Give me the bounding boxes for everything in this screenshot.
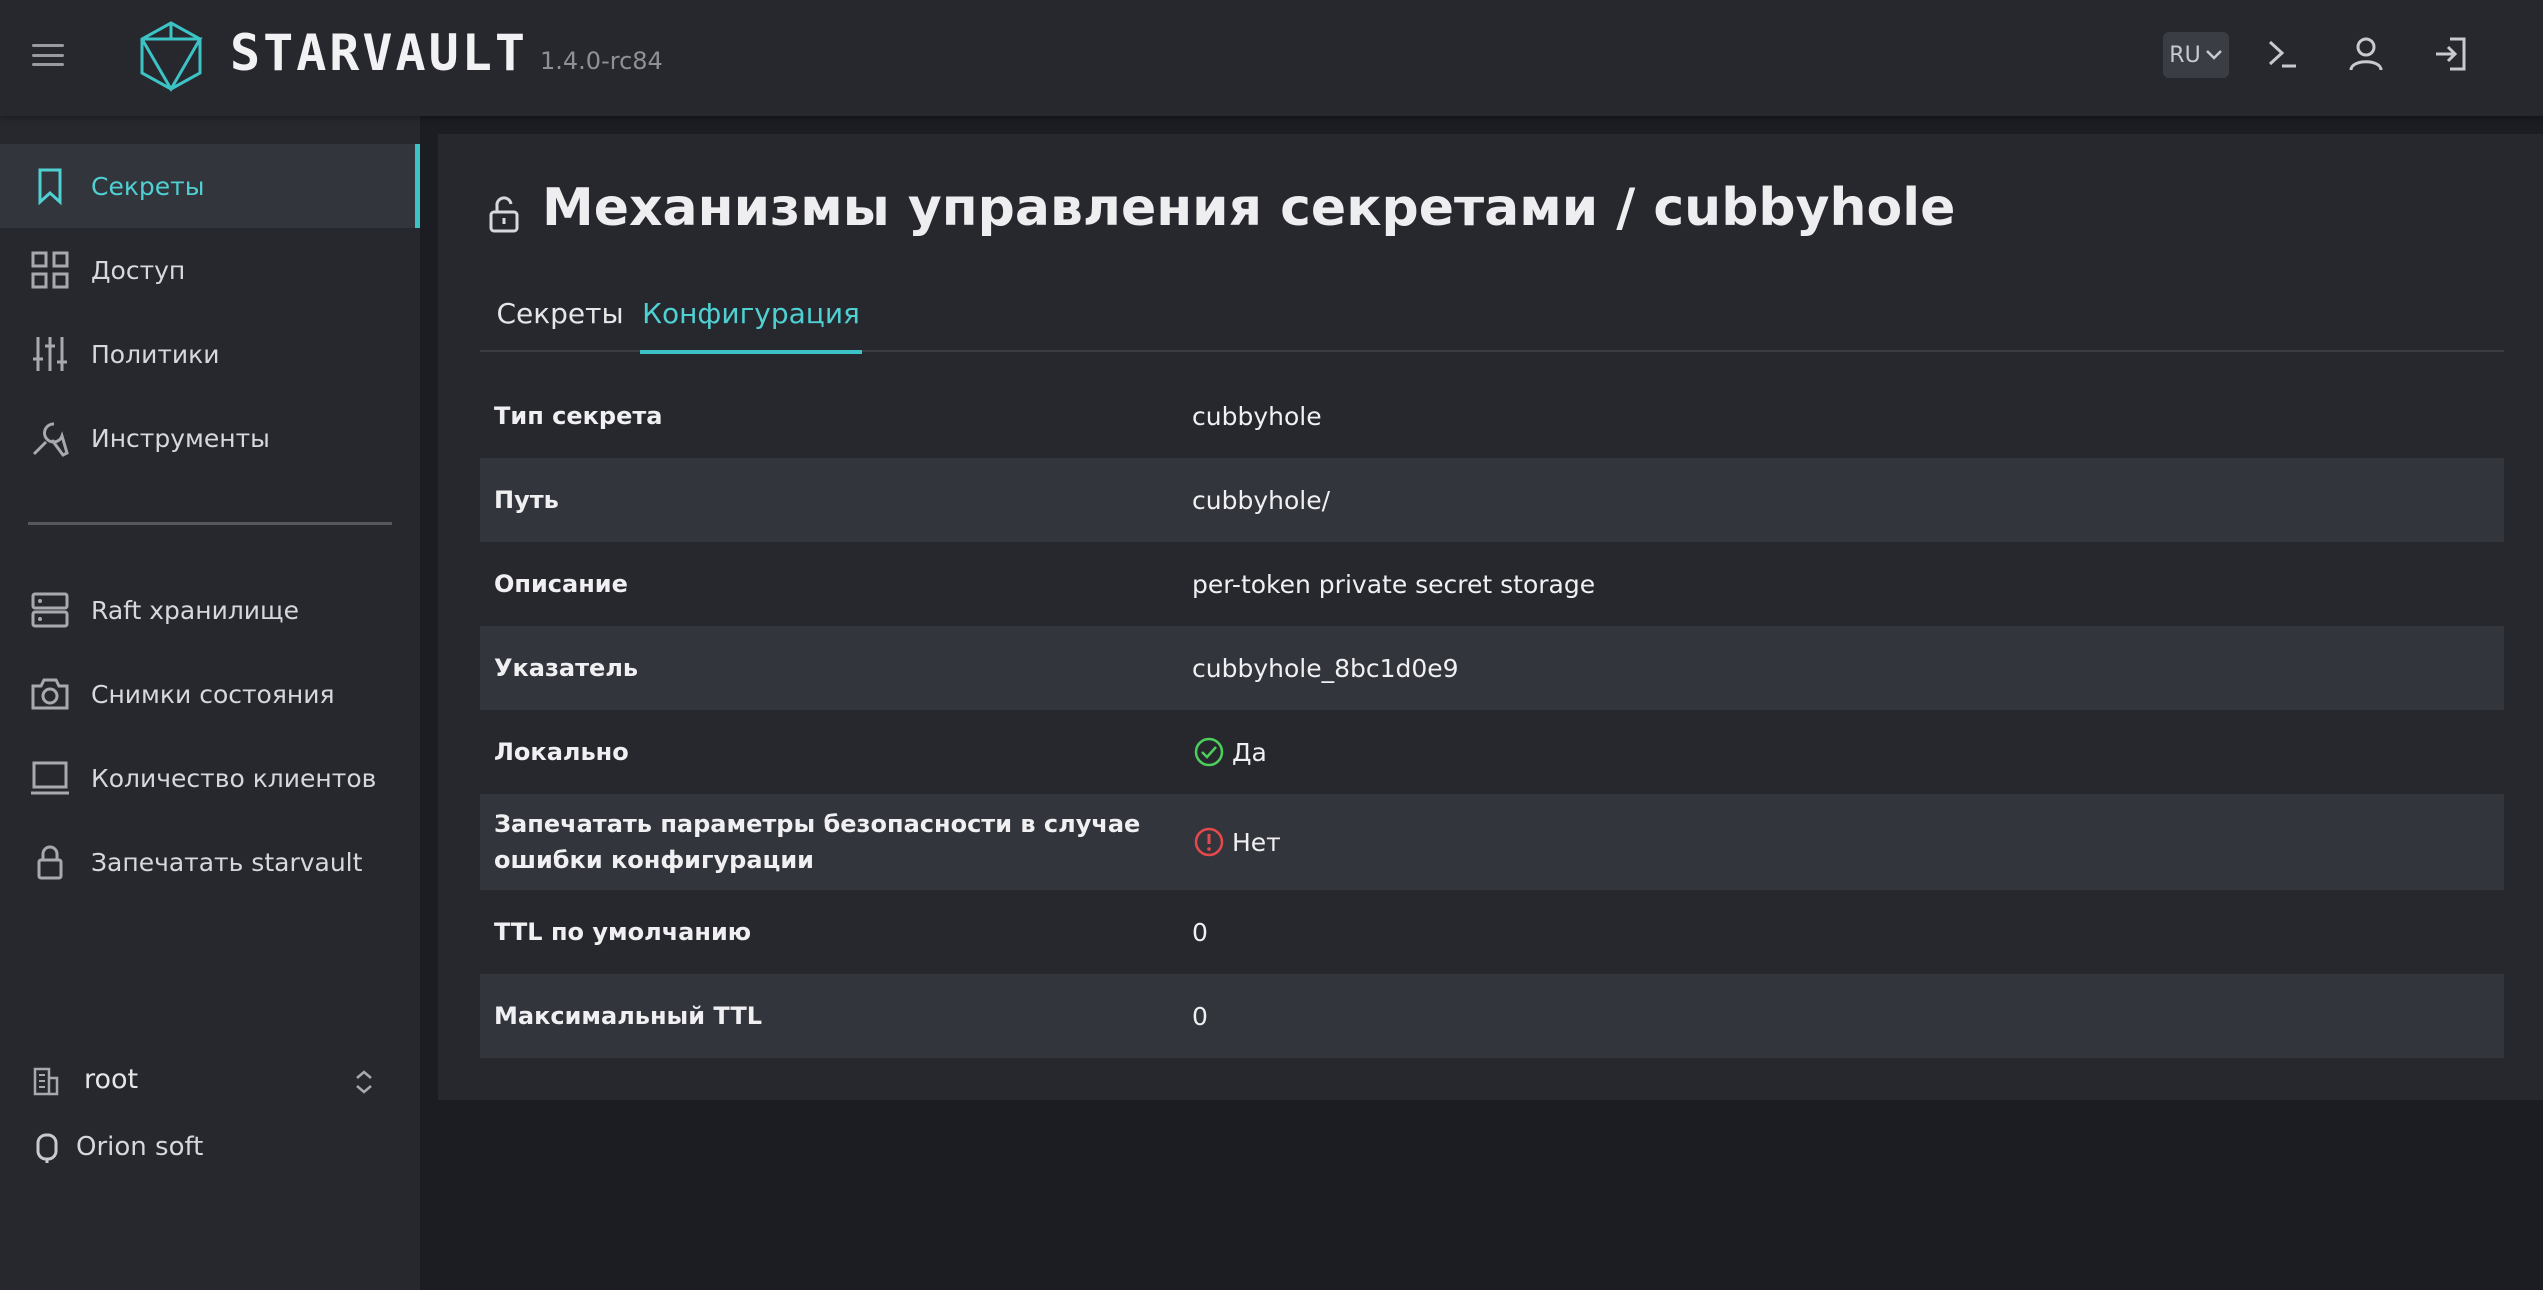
sidebar-item-label: Инструменты xyxy=(91,423,270,453)
sidebar-item-label: Raft хранилище xyxy=(91,595,299,625)
menu-icon[interactable] xyxy=(28,38,68,72)
user-icon[interactable] xyxy=(2346,34,2386,74)
starvault-logo[interactable] xyxy=(138,20,204,92)
org-label-row: Orion soft xyxy=(0,1120,420,1176)
row-value-text: 0 xyxy=(1192,1001,1208,1031)
table-row: TTL по умолчанию 0 xyxy=(480,890,2504,974)
row-value: per-token private secret storage xyxy=(1192,570,1595,599)
org-label: Orion soft xyxy=(76,1132,204,1162)
table-row: Описание per-token private secret storag… xyxy=(480,542,2504,626)
language-label: RU xyxy=(2169,42,2201,68)
namespace-label: root xyxy=(84,1064,139,1095)
table-row: Максимальный TTL 0 xyxy=(480,974,2504,1058)
row-value: Да xyxy=(1192,735,1267,769)
sidebar: Секреты Доступ Политики Инструменты Raft… xyxy=(0,116,420,1290)
namespace-picker[interactable]: root xyxy=(0,1050,420,1112)
row-value: cubbyhole xyxy=(1192,402,1322,431)
row-value-text: 0 xyxy=(1192,917,1208,947)
row-value: 0 xyxy=(1192,1002,1208,1031)
row-key: Тип секрета xyxy=(494,402,663,430)
bookmark-icon xyxy=(38,168,62,206)
server-icon xyxy=(31,592,69,628)
terminal-icon[interactable] xyxy=(2262,34,2302,74)
sidebar-item-label: Политики xyxy=(91,339,220,369)
table-row: Локально Да xyxy=(480,710,2504,794)
sliders-icon xyxy=(33,337,67,371)
config-table: Тип секрета cubbyhole Путь cubbyhole/ Оп… xyxy=(480,374,2504,1058)
sidebar-item-client-count[interactable]: Количество клиентов xyxy=(0,736,420,820)
table-row: Указатель cubbyhole_8bc1d0e9 xyxy=(480,626,2504,710)
language-select[interactable]: RU xyxy=(2163,32,2229,78)
tab-secrets[interactable]: Секреты xyxy=(480,274,640,352)
sidebar-item-label: Запечатать starvault xyxy=(91,847,363,877)
sidebar-item-snapshots[interactable]: Снимки состояния xyxy=(0,652,420,736)
row-value-text: Да xyxy=(1232,737,1267,767)
page-title: Механизмы управления секретами / cubbyho… xyxy=(542,178,1956,238)
sidebar-divider xyxy=(28,522,392,525)
sidebar-item-label: Секреты xyxy=(91,171,205,201)
chevron-down-icon xyxy=(2205,50,2222,60)
table-row: Запечатать параметры безопасности в случ… xyxy=(480,794,2504,890)
row-value: cubbyhole/ xyxy=(1192,486,1330,515)
lock-icon xyxy=(37,845,63,880)
orion-logo-icon xyxy=(36,1133,58,1163)
row-value-text: cubbyhole xyxy=(1192,401,1322,431)
sidebar-item-raft-storage[interactable]: Raft хранилище xyxy=(0,568,420,652)
sidebar-item-tools[interactable]: Инструменты xyxy=(0,396,420,480)
row-key: Описание xyxy=(494,570,628,598)
sidebar-item-access[interactable]: Доступ xyxy=(0,228,420,312)
row-value: Нет xyxy=(1192,825,1281,859)
chevron-up-down-icon xyxy=(356,1070,372,1094)
sidebar-item-secrets[interactable]: Секреты xyxy=(0,144,420,228)
row-value-text: Нет xyxy=(1232,827,1281,857)
sidebar-item-policies[interactable]: Политики xyxy=(0,312,420,396)
tab-configuration[interactable]: Конфигурация xyxy=(640,274,862,354)
row-key: Максимальный TTL xyxy=(494,1002,763,1030)
logout-icon[interactable] xyxy=(2430,34,2470,74)
row-key: Путь xyxy=(494,486,559,514)
version-label: 1.4.0-rc84 xyxy=(540,47,663,75)
laptop-icon xyxy=(31,761,69,795)
table-row: Путь cubbyhole/ xyxy=(480,458,2504,542)
sidebar-item-label: Снимки состояния xyxy=(91,679,335,709)
brand-name: STARVAULT xyxy=(230,24,528,82)
row-value-text: per-token private secret storage xyxy=(1192,569,1596,599)
camera-icon xyxy=(31,678,69,710)
sidebar-item-label: Доступ xyxy=(91,255,186,285)
alert-icon xyxy=(1194,827,1224,857)
check-icon xyxy=(1194,737,1224,767)
grid-icon xyxy=(31,251,69,289)
building-icon xyxy=(33,1067,59,1096)
unlock-icon xyxy=(489,196,519,233)
sidebar-item-label: Количество клиентов xyxy=(91,763,377,793)
row-key: TTL по умолчанию xyxy=(494,918,752,946)
sidebar-item-seal[interactable]: Запечатать starvault xyxy=(0,820,420,904)
row-value-text: cubbyhole_8bc1d0e9 xyxy=(1192,653,1459,683)
row-key: Запечатать параметры безопасности в случ… xyxy=(494,810,1141,874)
row-key: Указатель xyxy=(494,654,639,682)
row-value: cubbyhole_8bc1d0e9 xyxy=(1192,654,1459,683)
row-value: 0 xyxy=(1192,918,1208,947)
tools-icon xyxy=(32,422,69,457)
table-row: Тип секрета cubbyhole xyxy=(480,374,2504,458)
tabs-bar: Секреты Конфигурация xyxy=(480,274,2504,354)
top-header: STARVAULT 1.4.0-rc84 RU xyxy=(0,0,2543,116)
row-value-text: cubbyhole/ xyxy=(1192,485,1331,515)
row-key: Локально xyxy=(494,738,629,766)
